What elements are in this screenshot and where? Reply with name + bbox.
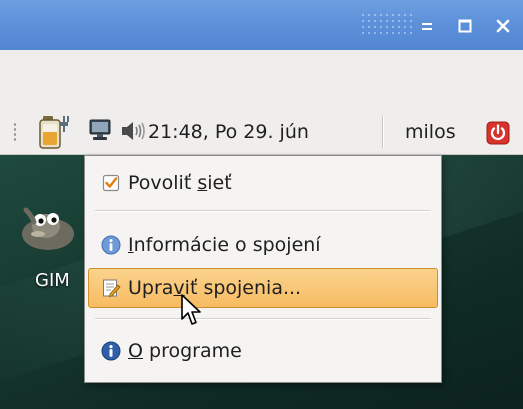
gimp-icon[interactable] bbox=[18, 202, 78, 256]
label-mnemonic: s bbox=[197, 172, 208, 194]
minimize-button[interactable] bbox=[414, 13, 440, 39]
menu-separator bbox=[95, 318, 431, 319]
menu-separator bbox=[95, 210, 431, 211]
power-button[interactable] bbox=[486, 121, 510, 149]
power-icon bbox=[486, 121, 510, 145]
about-icon bbox=[101, 341, 121, 361]
panel-grip-handle[interactable] bbox=[13, 122, 17, 142]
window-toolbar-area bbox=[0, 50, 523, 111]
label-suffix: programe bbox=[142, 340, 242, 362]
menu-item-label: Informácie o spojení bbox=[128, 234, 321, 256]
menu-item-about[interactable]: O programe bbox=[89, 332, 437, 370]
info-icon bbox=[101, 235, 121, 255]
checkbox-checked-icon[interactable] bbox=[101, 173, 121, 193]
minimize-icon bbox=[422, 23, 432, 30]
menu-item-edit-connections[interactable]: Upraviť spojenia... bbox=[88, 268, 438, 308]
close-icon bbox=[496, 19, 510, 33]
titlebar-decoration bbox=[360, 12, 412, 38]
panel-user-name[interactable]: milos bbox=[405, 121, 456, 143]
title-bar bbox=[0, 0, 523, 50]
label-prefix: Upra bbox=[128, 277, 174, 299]
label-suffix: ieť bbox=[207, 172, 232, 194]
menu-item-label: Povoliť sieť bbox=[128, 172, 232, 194]
network-context-menu: Povoliť sieť Informácie o spojení Upravi… bbox=[84, 155, 442, 383]
desktop-icon-label[interactable]: GIM bbox=[35, 270, 70, 291]
menu-item-connection-info[interactable]: Informácie o spojení bbox=[89, 226, 437, 264]
edit-document-icon bbox=[101, 278, 121, 298]
battery-icon[interactable] bbox=[36, 112, 76, 156]
panel-separator bbox=[382, 116, 383, 148]
label-mnemonic: O bbox=[128, 340, 143, 362]
network-icon[interactable] bbox=[88, 118, 112, 146]
menu-item-enable-network[interactable]: Povoliť sieť bbox=[89, 164, 437, 202]
maximize-button[interactable] bbox=[452, 13, 478, 39]
menu-item-label: O programe bbox=[128, 340, 242, 362]
volume-icon[interactable] bbox=[120, 120, 146, 146]
menu-item-label: Upraviť spojenia... bbox=[128, 277, 301, 299]
mouse-cursor-icon bbox=[180, 293, 206, 333]
maximize-icon bbox=[458, 19, 472, 33]
panel-clock[interactable]: 21:48, Po 29. jún bbox=[148, 121, 309, 143]
label-prefix: Povoliť bbox=[128, 172, 198, 194]
close-button[interactable] bbox=[490, 13, 516, 39]
label-suffix: nformácie o spojení bbox=[133, 234, 321, 256]
